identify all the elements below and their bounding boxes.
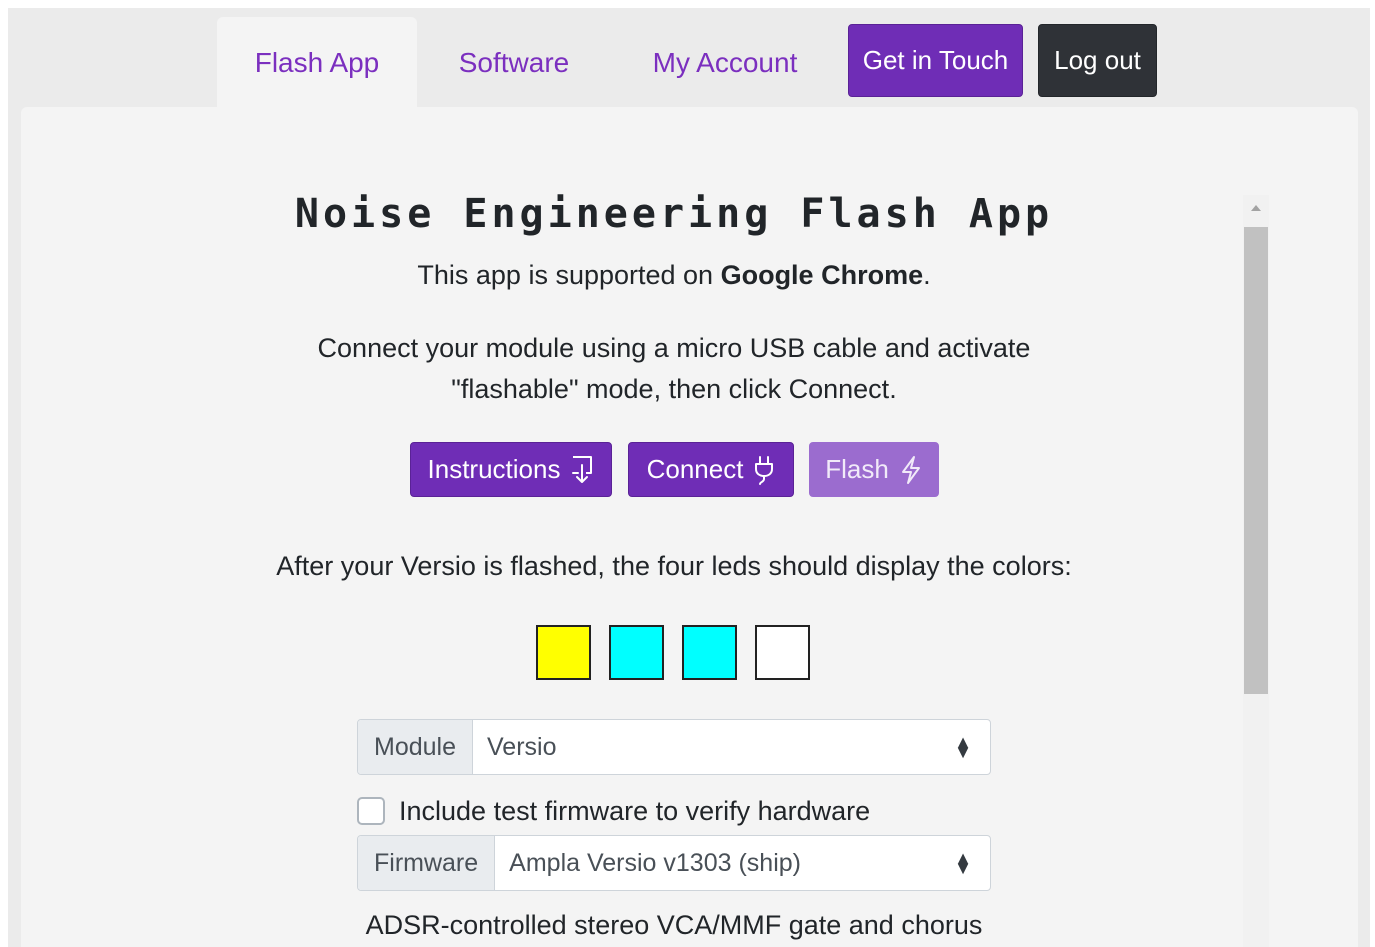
connect-line-1: Connect your module using a micro USB ca… [317, 333, 1031, 363]
firmware-select-label: Firmware [358, 836, 496, 890]
log-out-button[interactable]: Log out [1038, 24, 1157, 97]
tab-software[interactable]: Software [420, 17, 608, 109]
get-in-touch-label: Get in Touch [862, 45, 1009, 75]
led-swatch-4 [755, 625, 810, 680]
firmware-description: ADSR-controlled stereo VCA/MMF gate and … [365, 910, 983, 940]
tab-my-account-label: My Account [652, 47, 798, 78]
firmware-select[interactable]: Ampla Versio v1303 (ship) ▲ ▼ [495, 836, 990, 890]
firmware-select-group: Firmware Ampla Versio v1303 (ship) ▲ ▼ [357, 835, 991, 891]
instructions-label: Instructions [427, 454, 561, 484]
select-arrows-icon: ▲ ▼ [954, 732, 972, 762]
support-prefix: This app is supported on [417, 260, 721, 290]
plug-icon [753, 455, 775, 485]
download-icon [570, 455, 594, 485]
select-arrows-icon: ▲ ▼ [954, 848, 972, 878]
led-swatch-2 [609, 625, 664, 680]
flash-label: Flash [825, 454, 889, 484]
module-select[interactable]: Versio ▲ ▼ [473, 720, 990, 774]
tab-my-account[interactable]: My Account [620, 17, 830, 109]
test-firmware-label: Include test firmware to verify hardware [399, 795, 871, 826]
page-title: Noise Engineering Flash App [294, 191, 1054, 237]
tab-flash-app-label: Flash App [254, 47, 380, 78]
led-swatch-1 [536, 625, 591, 680]
module-select-value: Versio [487, 732, 557, 761]
connect-line-2: "flashable" mode, then click Connect. [451, 374, 897, 404]
module-select-group: Module Versio ▲ ▼ [357, 719, 991, 775]
support-suffix: . [923, 260, 931, 290]
test-firmware-option[interactable]: Include test firmware to verify hardware [357, 795, 870, 827]
lightning-icon [899, 455, 923, 485]
leds-instructions-text: After your Versio is flashed, the four l… [276, 551, 1072, 581]
flash-button[interactable]: Flash [809, 442, 939, 497]
log-out-label: Log out [1054, 45, 1141, 75]
browser-support-text: This app is supported on Google Chrome. [0, 260, 1348, 291]
scroll-up-arrow-icon[interactable] [1243, 203, 1269, 217]
module-select-label: Module [358, 720, 473, 774]
tab-flash-app[interactable]: Flash App [217, 17, 417, 109]
supported-browser: Google Chrome [720, 260, 924, 290]
firmware-select-value: Ampla Versio v1303 (ship) [509, 848, 801, 877]
connect-label: Connect [646, 454, 744, 484]
scrollbar-thumb[interactable] [1244, 227, 1268, 694]
connect-button[interactable]: Connect [628, 442, 794, 497]
scrollbar[interactable] [1243, 195, 1269, 947]
instructions-button[interactable]: Instructions [410, 442, 612, 497]
tab-software-label: Software [458, 47, 570, 78]
connect-instructions-text: Connect your module using a micro USB ca… [290, 328, 1058, 410]
test-firmware-checkbox[interactable] [357, 797, 385, 825]
led-swatch-3 [682, 625, 737, 680]
get-in-touch-button[interactable]: Get in Touch [848, 24, 1023, 97]
